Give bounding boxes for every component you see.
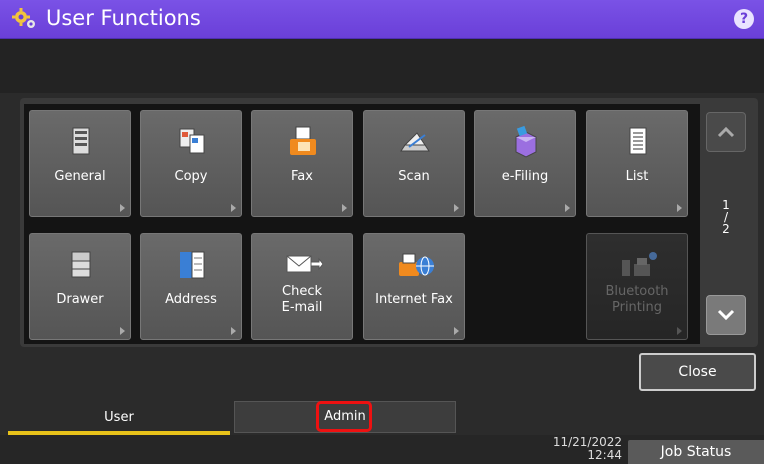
gear-icon (12, 8, 35, 28)
admin-highlight-box (316, 401, 372, 432)
bluetooth-printing-icon (622, 252, 657, 276)
message-area (0, 39, 764, 93)
list-icon (629, 127, 647, 155)
general-button[interactable]: General (29, 110, 131, 217)
close-button[interactable]: Close (639, 353, 756, 391)
fax-button[interactable]: Fax (251, 110, 353, 217)
check-email-button[interactable]: Check E-mail (251, 233, 353, 340)
question-icon[interactable]: ? (734, 9, 754, 29)
corner-arrow-icon (454, 327, 459, 335)
corner-arrow-icon (565, 204, 570, 212)
address-book-icon (180, 251, 205, 279)
tile-label: Drawer (56, 292, 104, 307)
internet-fax-icon (399, 253, 434, 276)
address-button[interactable]: Address (140, 233, 242, 340)
corner-arrow-icon (677, 327, 682, 335)
bluetooth-printing-button: Bluetooth Printing (586, 233, 688, 340)
corner-arrow-icon (120, 204, 125, 212)
scroll-down-button[interactable] (706, 295, 746, 335)
drawer-icon (71, 251, 91, 278)
chevron-down-icon (717, 309, 735, 321)
scan-icon (400, 132, 430, 152)
corner-arrow-icon (231, 204, 236, 212)
page-separator: / (723, 210, 729, 224)
e-filing-icon (515, 125, 537, 158)
fax-icon (290, 126, 316, 155)
chevron-up-icon (717, 126, 735, 138)
tile-label: e-Filing (501, 169, 549, 184)
tile-label: Fax (291, 169, 313, 184)
page-title: User Functions (46, 6, 201, 30)
corner-arrow-icon (677, 204, 682, 212)
general-settings-icon (72, 127, 90, 155)
title-bar: User Functions ? (0, 0, 764, 39)
corner-arrow-icon (120, 327, 125, 335)
scroll-up-button[interactable] (706, 112, 746, 152)
copy-icon (179, 128, 205, 154)
corner-arrow-icon (231, 327, 236, 335)
tile-label: List (625, 169, 649, 184)
corner-arrow-icon (454, 204, 459, 212)
tile-label: Check E-mail (281, 284, 323, 315)
drawer-button[interactable]: Drawer (29, 233, 131, 340)
e-filing-button[interactable]: e-Filing (474, 110, 576, 217)
internet-fax-button[interactable]: Internet Fax (363, 233, 465, 340)
corner-arrow-icon (342, 204, 347, 212)
list-button[interactable]: List (586, 110, 688, 217)
time: 12:44 (587, 448, 622, 462)
tile-label: Bluetooth Printing (605, 284, 669, 315)
tile-label: Copy (174, 169, 208, 184)
copy-button[interactable]: Copy (140, 110, 242, 217)
page-indicator: 1 / 2 (712, 198, 740, 236)
email-icon (286, 255, 323, 273)
tile-label: Internet Fax (375, 292, 453, 307)
total-pages: 2 (722, 222, 730, 236)
tile-label: General (54, 169, 106, 184)
tile-label: Scan (398, 169, 430, 184)
job-status-button[interactable]: Job Status (628, 440, 764, 464)
date-time: 11/21/2022 12:44 (540, 436, 622, 462)
scan-button[interactable]: Scan (363, 110, 465, 217)
tile-label: Address (165, 292, 217, 307)
